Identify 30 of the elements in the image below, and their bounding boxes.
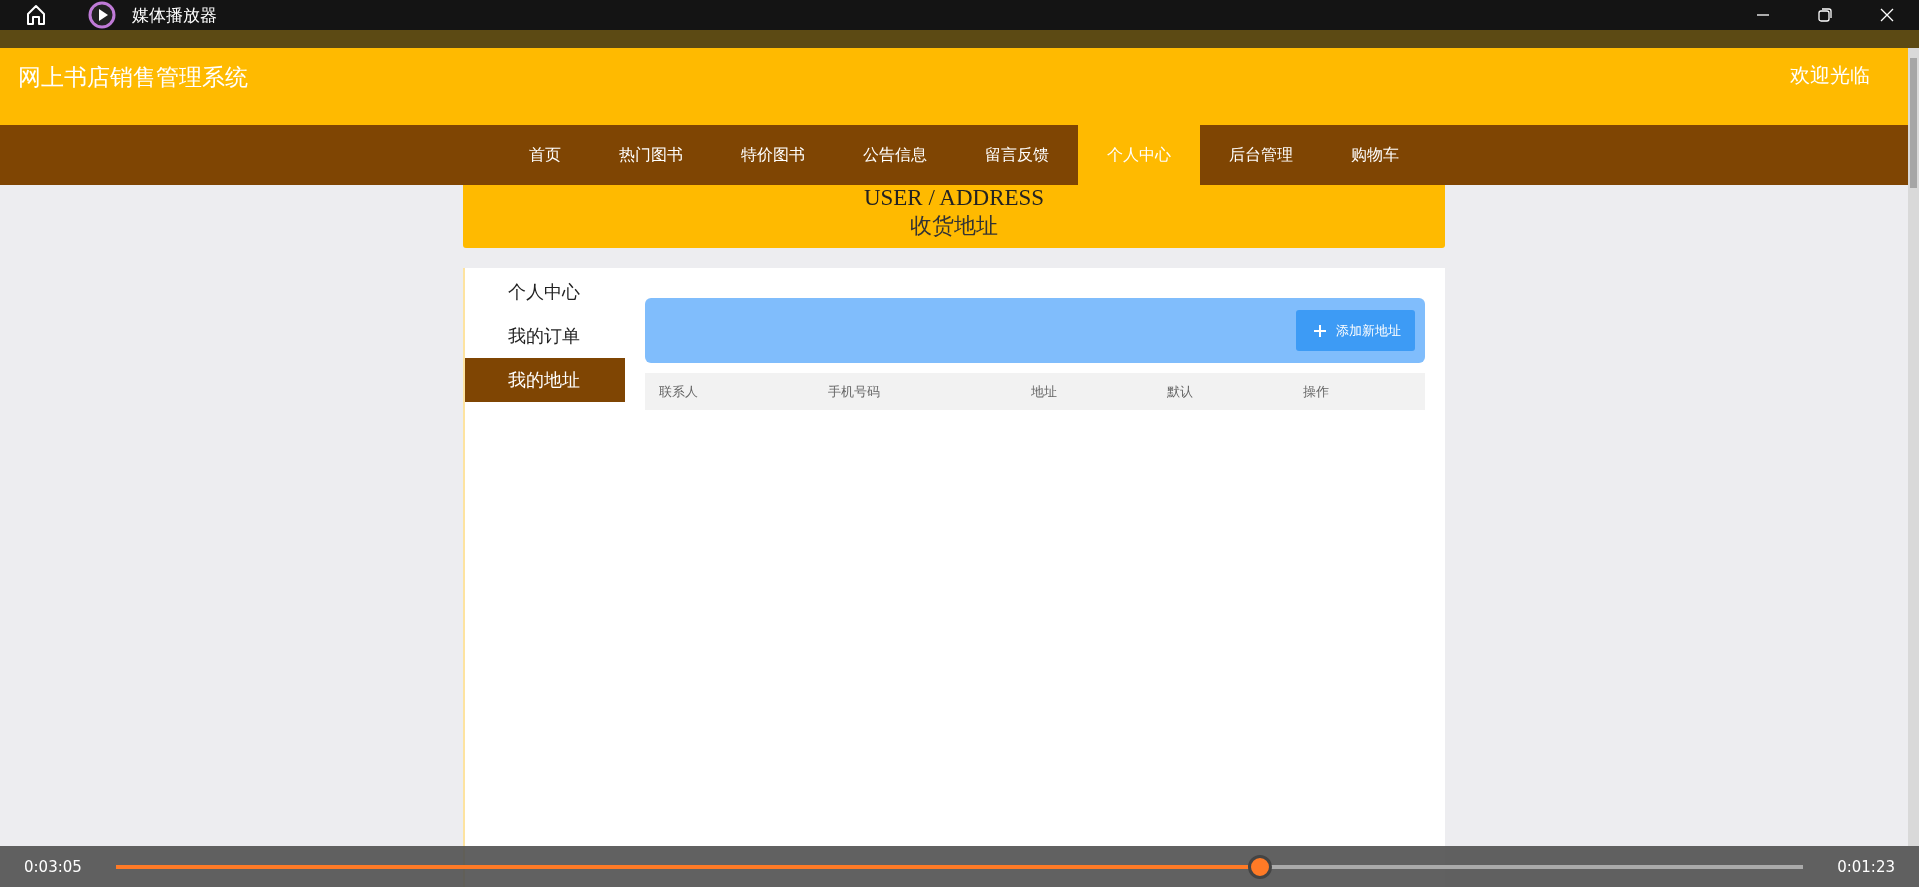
- restore-icon[interactable]: [1817, 7, 1833, 23]
- nav-tab[interactable]: 首页: [500, 125, 590, 185]
- banner-subtitle: 收货地址: [910, 212, 998, 240]
- scrollbar[interactable]: [1908, 48, 1919, 846]
- banner-title: USER / ADDRESS: [863, 185, 1045, 211]
- nav-tab[interactable]: 留言反馈: [956, 125, 1078, 185]
- nav-tab[interactable]: 公告信息: [834, 125, 956, 185]
- seek-thumb[interactable]: [1247, 854, 1272, 879]
- home-icon[interactable]: [24, 3, 48, 27]
- window-title: 媒体播放器: [132, 3, 217, 27]
- column-header: 手机号码: [827, 382, 881, 401]
- nav-tab[interactable]: 购物车: [1322, 125, 1428, 185]
- play-icon: [88, 1, 116, 29]
- plus-icon: [1314, 324, 1326, 337]
- nav-tab[interactable]: 热门图书: [590, 125, 712, 185]
- sidebar-item[interactable]: 个人中心: [465, 270, 625, 314]
- remaining-time: 0:01:23: [1837, 857, 1895, 876]
- column-header: 联系人: [658, 382, 699, 401]
- elapsed-time: 0:03:05: [24, 857, 82, 876]
- sidebar-item[interactable]: 我的地址: [465, 358, 625, 402]
- site-title: 网上书店销售管理系统: [18, 63, 248, 92]
- nav-tab[interactable]: 特价图书: [712, 125, 834, 185]
- greeting-text: 欢迎光临: [1790, 62, 1870, 89]
- column-header: 默认: [1166, 382, 1194, 401]
- close-icon[interactable]: [1879, 7, 1895, 23]
- nav-tab[interactable]: 后台管理: [1200, 125, 1322, 185]
- column-header: 地址: [1030, 382, 1058, 401]
- scroll-thumb[interactable]: [1910, 58, 1917, 188]
- column-header: 操作: [1302, 382, 1329, 401]
- sidebar-item[interactable]: 我的订单: [465, 314, 625, 358]
